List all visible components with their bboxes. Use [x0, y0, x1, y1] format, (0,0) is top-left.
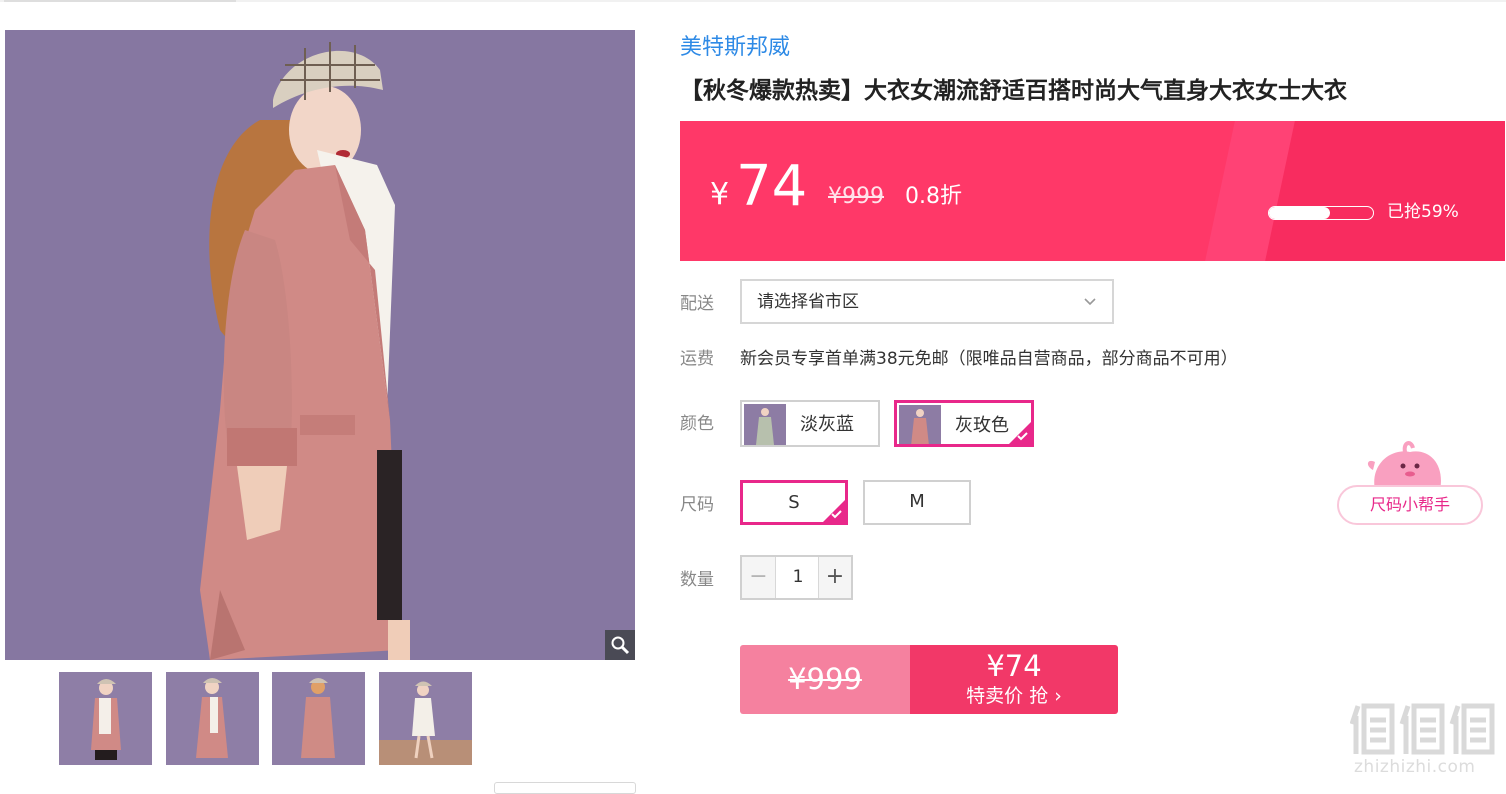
color-option-label: 灰玫色 [955, 415, 1009, 436]
size-option-label: M [909, 491, 925, 512]
size-option-m[interactable]: M [863, 480, 971, 525]
product-title: 【秋冬爆款热卖】大衣女潮流舒适百搭时尚大气直身大衣女士大衣 [680, 78, 1347, 104]
size-option-label: S [788, 492, 800, 513]
thumbnail-3[interactable] [272, 672, 365, 765]
watermark-text: zhizhizhi.com [1354, 757, 1476, 777]
quantity-input[interactable]: 1 [776, 557, 820, 598]
checkmark-icon [831, 510, 842, 519]
sold-percentage: 已抢59% [1387, 202, 1459, 222]
currency-symbol: ¥ [710, 177, 730, 212]
top-divider-accent [4, 0, 236, 2]
quantity-stepper[interactable]: − 1 + [740, 555, 853, 600]
quantity-decrease-button[interactable]: − [742, 557, 776, 598]
checkmark-icon [1017, 432, 1028, 441]
zoom-button[interactable] [605, 630, 635, 660]
sold-progress-bar [1268, 206, 1374, 220]
color-option-label: 淡灰蓝 [800, 414, 854, 435]
thumbnail-2[interactable] [166, 672, 259, 765]
thumbnail-photo [272, 672, 365, 765]
region-select[interactable]: 请选择省市区 [740, 279, 1114, 324]
watermark-logo [1350, 703, 1495, 755]
shipping-label: 运费 [680, 349, 714, 369]
price-banner: ¥ 74 ¥999 0.8折 已抢59% [680, 121, 1505, 261]
thumbnail-4[interactable] [379, 672, 472, 765]
discount-label: 0.8折 [905, 184, 962, 209]
main-product-image[interactable] [5, 30, 635, 660]
thumbnail-photo [59, 672, 152, 765]
thumbnail-1[interactable] [59, 672, 152, 765]
normal-price-buy-button[interactable]: ¥999 [740, 645, 910, 714]
banner-stripe [1265, 121, 1505, 261]
thumbnail-photo [166, 672, 259, 765]
mascot-icon [1367, 441, 1441, 490]
color-option-light-gray-blue[interactable]: 淡灰蓝 [740, 400, 880, 447]
thumbnail-photo [379, 672, 472, 765]
color-option-gray-rose[interactable]: 灰玫色 [894, 400, 1034, 447]
zoom-icon [611, 636, 630, 655]
size-label: 尺码 [680, 495, 714, 515]
shipping-info: 新会员专享首单满38元免邮（限唯品自营商品，部分商品不可用） [740, 349, 1238, 369]
product-photo [5, 30, 635, 660]
brand-link[interactable]: 美特斯邦威 [680, 33, 790, 63]
current-price: 74 [736, 154, 808, 219]
flash-sale-buy-button[interactable]: ¥74 特卖价 抢 › [910, 645, 1118, 714]
delivery-label: 配送 [680, 294, 714, 314]
color-swatch-image [744, 404, 786, 445]
sold-progress-fill [1269, 207, 1330, 219]
quantity-label: 数量 [680, 570, 714, 590]
size-helper-button[interactable]: 尺码小帮手 [1337, 485, 1483, 525]
size-option-s[interactable]: S [740, 480, 848, 525]
flash-sale-price: ¥74 [986, 649, 1042, 683]
color-swatch-image [899, 405, 941, 444]
quantity-increase-button[interactable]: + [818, 557, 851, 598]
chevron-down-icon [1084, 298, 1096, 306]
original-price: ¥999 [828, 184, 884, 209]
flash-sale-label: 特卖价 抢 › [966, 685, 1062, 707]
bottom-panel-edge [494, 782, 636, 794]
color-label: 颜色 [680, 414, 714, 434]
region-select-placeholder: 请选择省市区 [757, 292, 859, 312]
